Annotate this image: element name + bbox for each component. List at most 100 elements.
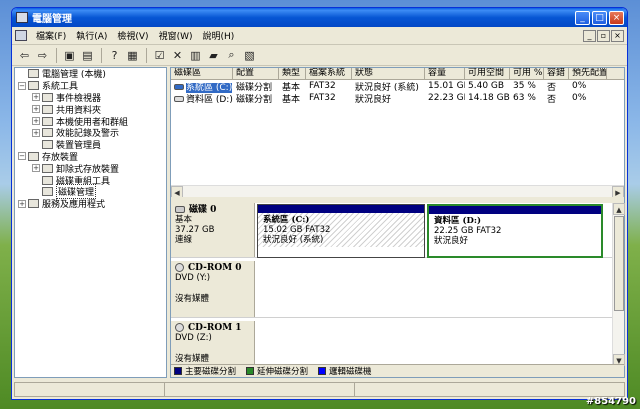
title-bar[interactable]: 電腦管理 _ □ × — [12, 8, 627, 27]
menu-file[interactable]: 檔案(F) — [31, 29, 71, 42]
tree-item[interactable]: 磁碟管理 — [15, 184, 166, 200]
volume-row[interactable]: 系統區 (C:) 磁碟分割 基本 FAT32 狀況良好 (系統) 15.01 G… — [171, 80, 624, 93]
check-icon[interactable]: ☑ — [151, 47, 168, 63]
tree-item[interactable]: + 卸除式存放裝置 — [15, 162, 166, 175]
status-bar — [14, 382, 625, 397]
legend-swatch — [246, 367, 255, 375]
tree-item[interactable]: 電腦管理 (本機) — [15, 68, 166, 80]
menu-help[interactable]: 說明(H) — [198, 29, 240, 42]
properties-sheet-icon[interactable]: ▥ — [187, 47, 204, 63]
disk-properties-icon[interactable]: ▧ — [241, 47, 258, 63]
expand-icon[interactable]: + — [32, 128, 40, 137]
back-arrow-icon[interactable]: ⇦ — [16, 47, 33, 63]
delete-icon[interactable]: ✕ — [169, 47, 186, 63]
cdrom-icon — [175, 263, 184, 272]
column-free-space[interactable]: 可用空間 — [465, 68, 510, 79]
disk-label[interactable]: CD-ROM 1 DVD (Z:) 沒有媒體 — [171, 321, 255, 366]
tree-item[interactable]: + 共用資料夾 — [15, 103, 166, 116]
volume-overhead: 0% — [572, 93, 587, 103]
show-tree-icon[interactable]: ▤ — [79, 47, 96, 63]
tree-item[interactable]: − 存放裝置 — [15, 151, 166, 163]
disk-media: 沒有媒體 — [175, 294, 210, 304]
scroll-up-icon[interactable]: ▲ — [613, 203, 625, 215]
minimize-button[interactable]: _ — [575, 10, 590, 25]
expand-icon[interactable]: + — [32, 105, 40, 114]
child-restore-button[interactable]: ▫ — [597, 29, 610, 42]
disk-drive-icon — [175, 206, 185, 213]
tree-item[interactable]: 裝置管理員 — [15, 139, 166, 151]
column-capacity[interactable]: 容量 — [425, 68, 465, 79]
menu-action[interactable]: 執行(A) — [71, 29, 112, 42]
legend-logical-drive: 邏輯磁碟機 — [329, 367, 372, 377]
volume-row[interactable]: 資料區 (D:) 磁碟分割 基本 FAT32 狀況良好 22.23 GB 14.… — [171, 92, 624, 105]
tree-node-icon — [42, 104, 53, 114]
column-status[interactable]: 狀態 — [352, 68, 425, 79]
expand-icon[interactable]: + — [32, 93, 40, 102]
tree-node-icon — [42, 163, 53, 173]
scroll-thumb[interactable] — [614, 216, 624, 311]
disk-type: DVD (Z:) — [175, 333, 212, 343]
tree-item[interactable]: + 事件檢視器 — [15, 92, 166, 104]
disk-media: 沒有媒體 — [175, 354, 210, 364]
menu-view[interactable]: 檢視(V) — [112, 29, 153, 42]
volume-type: 基本 — [282, 94, 301, 105]
collapse-icon[interactable]: − — [18, 152, 26, 161]
close-button[interactable]: × — [609, 10, 624, 25]
tree-item[interactable]: + 效能記錄及警示 — [15, 127, 166, 139]
child-minimize-button[interactable]: _ — [583, 29, 596, 42]
toolbar-separator — [146, 47, 147, 63]
maximize-button[interactable]: □ — [592, 10, 607, 25]
volume-fault-tolerance: 否 — [547, 94, 557, 105]
expand-icon[interactable]: + — [32, 164, 40, 173]
legend-swatch — [174, 367, 182, 375]
column-type[interactable]: 類型 — [279, 68, 306, 79]
expand-icon[interactable]: + — [32, 117, 40, 126]
disk-name: CD-ROM 1 — [188, 323, 242, 333]
partition-c[interactable]: 系統區 (C:) 15.02 GB FAT32 狀況良好 (系統) — [257, 204, 425, 258]
legend-extended-partition: 延伸磁碟分割 — [257, 367, 309, 377]
console-icon[interactable] — [15, 30, 27, 41]
cdrom-icon — [175, 323, 184, 332]
volume-overhead: 0% — [572, 81, 587, 91]
partition-name: 系統區 (C:) — [263, 215, 310, 225]
disk-label[interactable]: 磁碟 0 基本 37.27 GB 連線 — [171, 203, 255, 257]
column-percent-free[interactable]: 可用 % — [510, 68, 544, 79]
disk-row: 磁碟 0 基本 37.27 GB 連線 系統區 (C:) 15.02 GB FA… — [171, 203, 612, 258]
column-fault-tolerance[interactable]: 容錯 — [544, 68, 569, 79]
tree-item[interactable]: + 服務及應用程式 — [15, 198, 166, 210]
column-file-system[interactable]: 檔案系統 — [306, 68, 352, 79]
child-close-button[interactable]: × — [611, 29, 624, 42]
collapse-icon[interactable]: − — [18, 81, 26, 90]
legend-primary-partition: 主要磁碟分割 — [185, 367, 237, 377]
column-layout[interactable]: 配置 — [233, 68, 279, 79]
tree-item-label: 服務及應用程式 — [42, 200, 106, 211]
menu-window[interactable]: 視窗(W) — [154, 29, 198, 42]
volume-file-system: FAT32 — [309, 81, 336, 91]
tree-item[interactable]: − 系統工具 — [15, 80, 166, 92]
disk-type: DVD (Y:) — [175, 273, 211, 283]
computer-management-window: 電腦管理 _ □ × 檔案(F) 執行(A) 檢視(V) 視窗(W) 說明(H)… — [11, 7, 628, 400]
column-overhead[interactable]: 預先配置 — [569, 68, 607, 79]
volume-file-system: FAT32 — [309, 93, 336, 103]
volume-capacity: 15.01 GB — [428, 81, 465, 91]
partition-legend: 主要磁碟分割 延伸磁碟分割 邏輯磁碟機 — [171, 364, 624, 377]
help-icon[interactable]: ? — [106, 47, 123, 63]
partition-d[interactable]: 資料區 (D:) 22.25 GB FAT32 狀況良好 — [427, 204, 603, 258]
properties-icon[interactable]: ▦ — [124, 47, 141, 63]
tree-item[interactable]: + 本機使用者和群組 — [15, 115, 166, 128]
volume-percent-free: 35 % — [513, 81, 536, 91]
disk-label[interactable]: CD-ROM 0 DVD (Y:) 沒有媒體 — [171, 261, 255, 317]
expand-icon[interactable]: + — [18, 199, 26, 208]
volume-capacity: 22.23 GB — [428, 93, 465, 103]
forward-arrow-icon[interactable]: ⇨ — [34, 47, 51, 63]
vertical-scrollbar[interactable]: ▲ ▼ — [612, 203, 625, 366]
search-icon[interactable]: ⌕ — [223, 47, 240, 63]
up-folder-icon[interactable]: ▣ — [61, 47, 78, 63]
horizontal-scrollbar[interactable]: ◀ ▶ — [171, 185, 624, 198]
open-folder-icon[interactable]: ▰ — [205, 47, 222, 63]
details-pane: 磁碟區 配置 類型 檔案系統 狀態 容量 可用空間 可用 % 容錯 預先配置 系… — [170, 67, 625, 378]
window-title: 電腦管理 — [32, 14, 72, 25]
column-volume[interactable]: 磁碟區 — [171, 68, 233, 79]
tree-node-icon — [42, 128, 53, 138]
volume-list: 系統區 (C:) 磁碟分割 基本 FAT32 狀況良好 (系統) 15.01 G… — [171, 80, 624, 105]
